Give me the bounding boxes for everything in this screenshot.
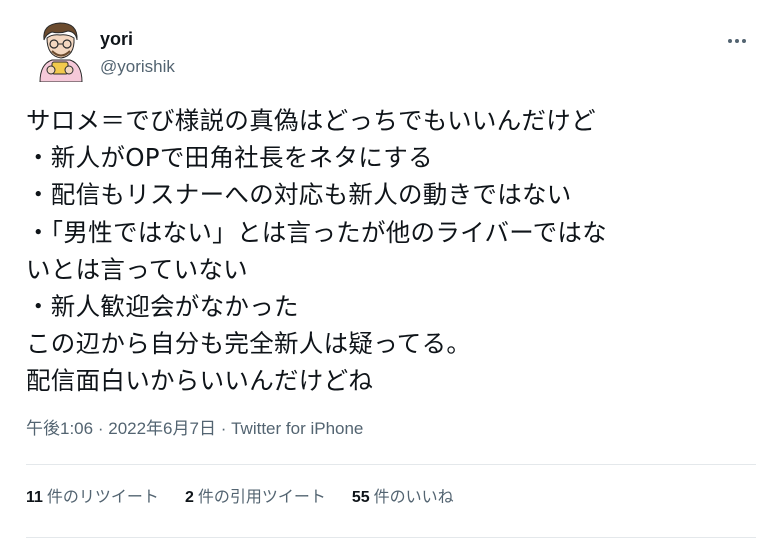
quotes-label: 件の引用ツイート xyxy=(197,489,326,506)
author-names: yori @yorishik xyxy=(100,28,175,78)
divider xyxy=(26,464,756,465)
tweet-meta: 午後1:06 · 2022年6月7日 · Twitter for iPhone xyxy=(26,417,363,441)
meta-separator: · xyxy=(220,419,227,438)
tweet-text-line: いとは言っていない xyxy=(26,254,248,284)
tweet-text-line: ・新人歓迎会がなかった xyxy=(26,292,299,322)
avatar[interactable] xyxy=(32,18,90,82)
tweet-text-line: サロメ＝でび様説の真偽はどっちでもいいんだけど xyxy=(26,106,596,135)
meta-separator: · xyxy=(97,419,104,438)
tweet-text-line: ・「男性ではない」とは言ったが他のライバーではな xyxy=(26,217,607,247)
display-name[interactable]: yori xyxy=(100,28,175,50)
user-handle[interactable]: @yorishik xyxy=(100,56,175,78)
retweets-stat[interactable]: 11 件のリツイート xyxy=(26,487,159,509)
tweet-source[interactable]: Twitter for iPhone xyxy=(231,419,363,438)
tweet-text-line: ・配信もリスナーへの対応も新人の動きではない xyxy=(26,180,572,210)
retweets-label: 件のリツイート xyxy=(46,489,159,506)
quotes-count: 2 xyxy=(184,489,194,506)
more-dot xyxy=(728,39,732,43)
likes-stat[interactable]: 55 件のいいね xyxy=(352,487,454,509)
tweet-header: yori @yorishik xyxy=(32,18,752,88)
more-dot xyxy=(742,39,746,43)
tweet-card: yori @yorishik サロメ＝でび様説の真偽はどっちでもいいんだけど ・… xyxy=(0,0,780,542)
more-horizontal-icon[interactable] xyxy=(722,30,752,52)
likes-label: 件のいいね xyxy=(373,489,454,506)
retweets-count: 11 xyxy=(26,489,43,506)
quotes-stat[interactable]: 2 件の引用ツイート xyxy=(185,487,326,509)
likes-count: 55 xyxy=(351,489,370,506)
tweet-text-line: 配信面白いからいいんだけどね xyxy=(26,366,374,396)
tweet-text: サロメ＝でび様説の真偽はどっちでもいいんだけど ・新人がOPで田角社長をネタにす… xyxy=(26,102,766,400)
tweet-stats: 11 件のリツイート 2 件の引用ツイート 55 件のいいね xyxy=(26,487,454,509)
tweet-text-line: ・新人がOPで田角社長をネタにする xyxy=(26,143,433,173)
more-dot xyxy=(735,39,739,43)
tweet-text-line: この辺から自分も完全新人は疑ってる。 xyxy=(26,329,472,359)
avatar-illustration-icon xyxy=(32,18,90,82)
tweet-date[interactable]: 2022年6月7日 xyxy=(108,419,216,438)
tweet-time[interactable]: 午後1:06 xyxy=(26,419,93,438)
divider xyxy=(26,537,756,538)
